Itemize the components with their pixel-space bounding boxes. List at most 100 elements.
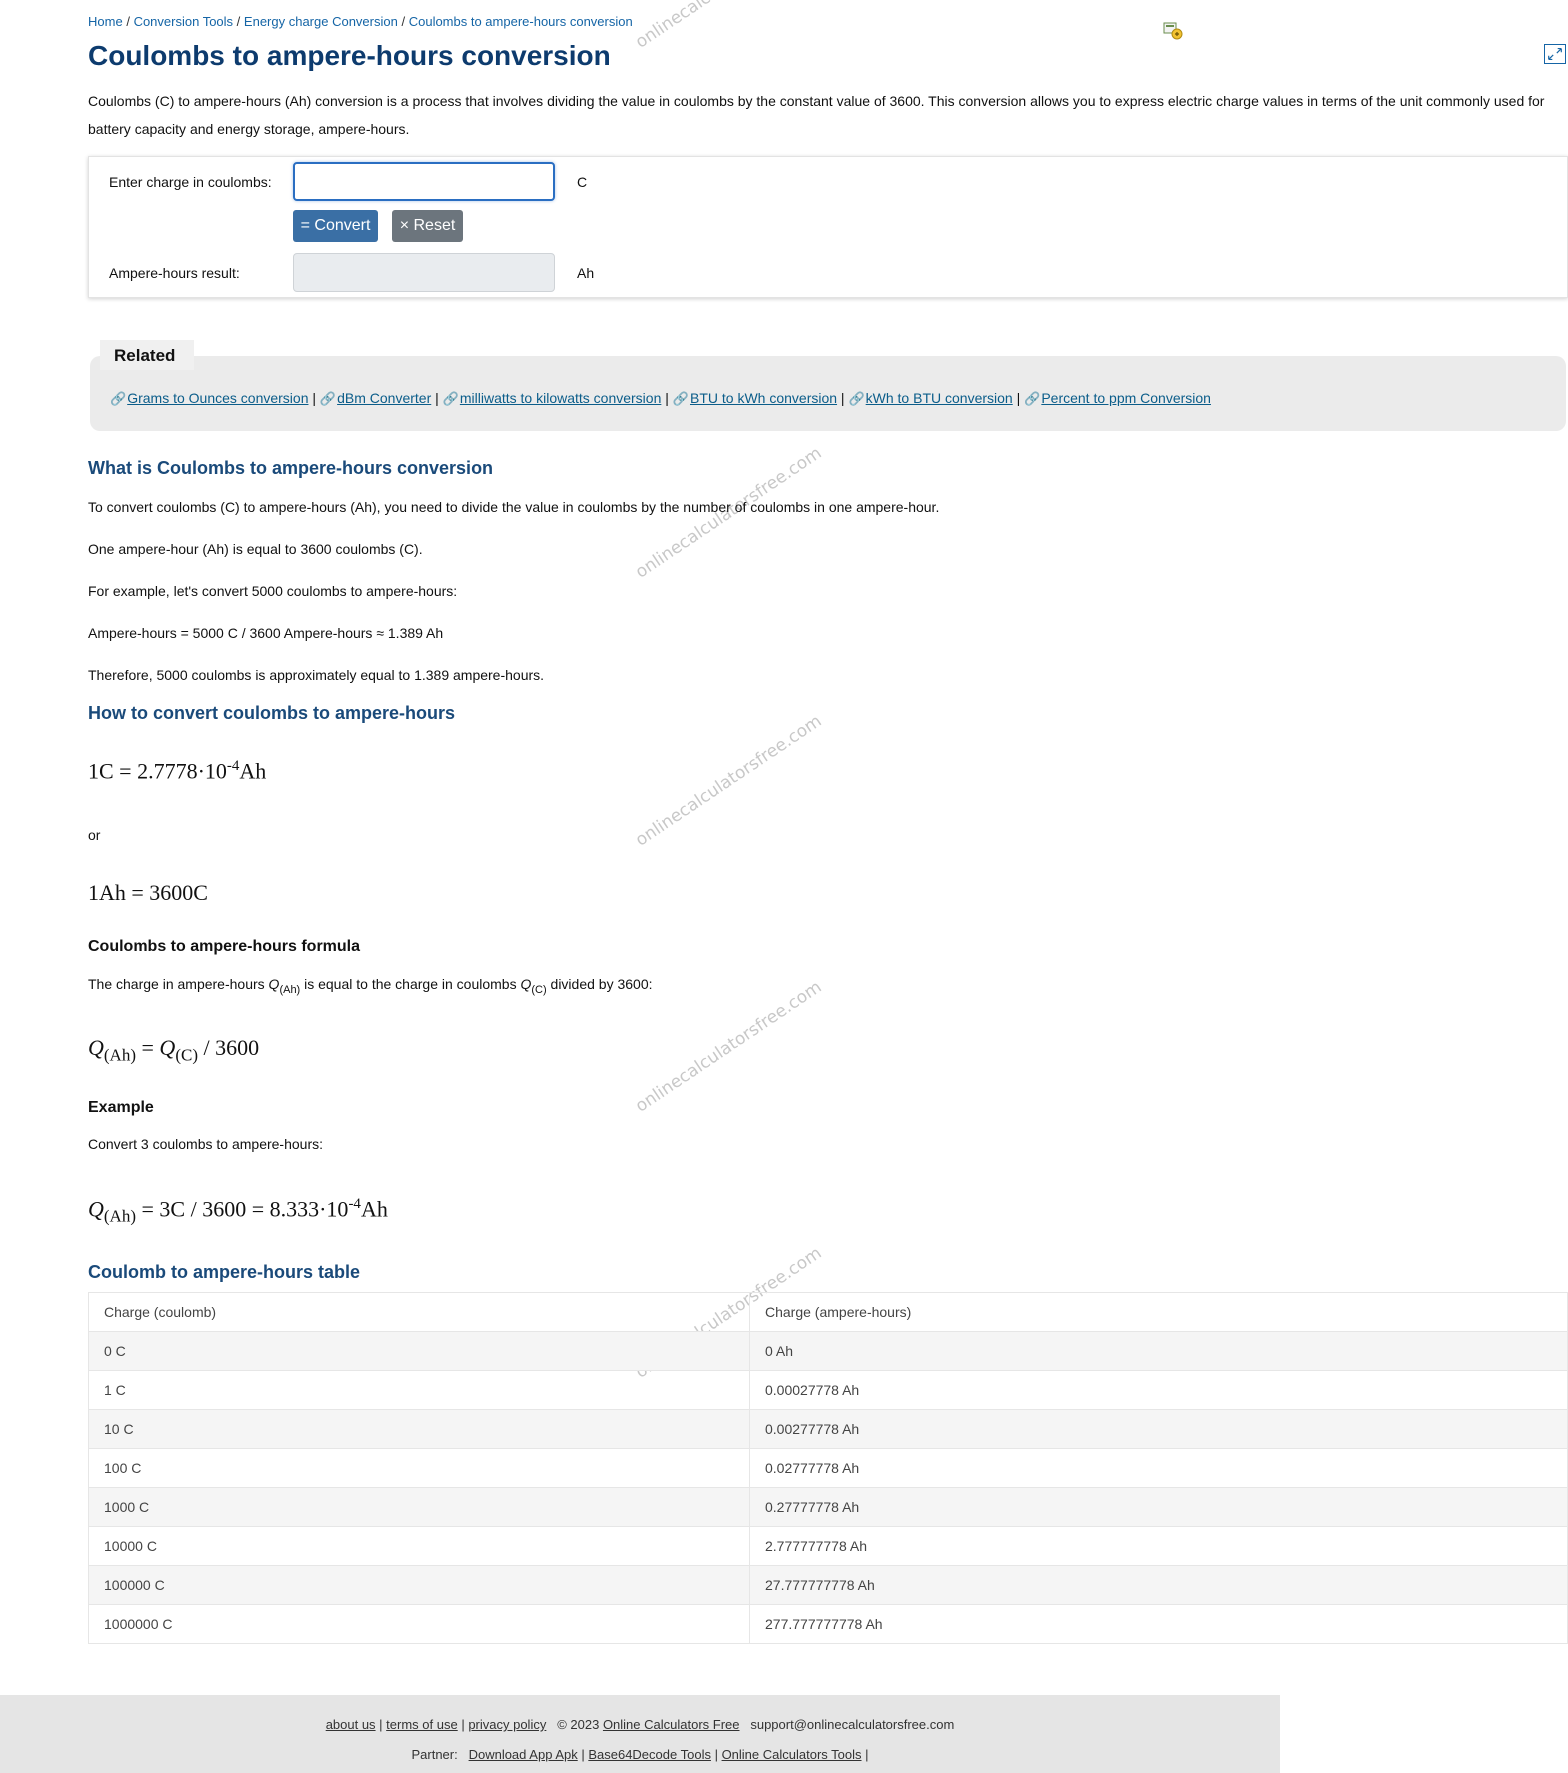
footer-partners: Partner: Download App Apk | Base64Decode… (411, 1747, 869, 1762)
intro-text: Coulombs (C) to ampere-hours (Ah) conver… (88, 93, 1545, 137)
formula-text: = (136, 1035, 160, 1060)
formula-subscript: (C) (175, 1045, 198, 1065)
table-cell: 0.00277778 Ah (749, 1409, 1568, 1449)
table-cell: 1000 C (88, 1487, 750, 1527)
breadcrumb-home[interactable]: Home (88, 14, 123, 29)
related-link-kwh-btu[interactable]: kWh to BTU conversion (866, 390, 1013, 406)
formula-text: The charge in ampere-hours (88, 976, 269, 992)
table-cell: 277.777777778 Ah (749, 1604, 1568, 1644)
breadcrumb-separator: / (401, 14, 406, 29)
formula-var: Q (88, 1035, 104, 1060)
table-header-row: Charge (coulomb) Charge (ampere-hours) (88, 1292, 1568, 1332)
link-icon: 🔗 (442, 391, 459, 406)
result-unit: Ah (577, 265, 595, 281)
table-cell: 1 C (88, 1370, 750, 1410)
table-header: Charge (coulomb) (88, 1292, 750, 1332)
related-link-percent-ppm[interactable]: Percent to ppm Conversion (1041, 390, 1211, 406)
formula-var: Q (520, 976, 532, 992)
related-link-dbm[interactable]: dBm Converter (337, 390, 431, 406)
or-text: or (88, 827, 101, 843)
equation-exponent: -4 (348, 1196, 361, 1212)
table-cell: 0.00027778 Ah (749, 1370, 1568, 1410)
footer-terms-link[interactable]: terms of use (386, 1717, 458, 1732)
breadcrumb-conversion-tools[interactable]: Conversion Tools (134, 14, 233, 29)
related-link-mw-kw[interactable]: milliwatts to kilowatts conversion (460, 390, 662, 406)
table-cell: 0.02777778 Ah (749, 1448, 1568, 1488)
result-label: Ampere-hours result: (109, 265, 240, 281)
table-cell: 100 C (88, 1448, 750, 1488)
formula-subscript: (Ah) (279, 983, 301, 996)
result-field[interactable] (293, 253, 555, 292)
equation-unit: Ah (239, 758, 267, 784)
footer-about-link[interactable]: about us (326, 1717, 376, 1732)
table-cell: 0.27777778 Ah (749, 1487, 1568, 1527)
related-title: Related (100, 340, 194, 370)
table-row: 10000 C 2.777777778 Ah (88, 1526, 1568, 1566)
breadcrumb-separator: / (126, 14, 130, 29)
fullscreen-icon[interactable] (1544, 44, 1566, 64)
footer: about us | terms of use | privacy policy… (0, 1695, 1280, 1773)
link-icon: 🔗 (110, 391, 127, 406)
what-is-paragraph: Ampere-hours = 5000 C / 3600 Ampere-hour… (88, 625, 444, 641)
formula-heading: Coulombs to ampere-hours formula (88, 938, 361, 955)
equation-unit: Ah (360, 1196, 388, 1222)
footer-copyright: © 2023 (557, 1717, 600, 1732)
table-cell: 2.777777778 Ah (749, 1526, 1568, 1566)
footer-partner-link[interactable]: Online Calculators Tools (722, 1747, 862, 1762)
table-row: 10 C 0.00277778 Ah (88, 1409, 1568, 1449)
formula-var: Q (88, 1196, 104, 1222)
table-cell: 10 C (88, 1409, 750, 1449)
translate-icon[interactable] (1163, 22, 1183, 40)
what-is-paragraph: To convert coulombs (C) to ampere-hours … (88, 499, 940, 515)
watermark: onlinecalculatorsfree.com (632, 0, 825, 53)
equation-2: 1Ah = 3600C (88, 880, 208, 905)
breadcrumb-separator: / (236, 14, 241, 29)
formula-text: / 3600 (197, 1035, 260, 1060)
table-cell: 27.777777778 Ah (749, 1565, 1568, 1605)
equation-text: = 3C / 3600 = 8.333·10 (136, 1196, 349, 1222)
related-link-grams-ounces[interactable]: Grams to Ounces conversion (127, 390, 308, 406)
table-heading: Coulomb to ampere-hours table (88, 1262, 361, 1282)
coulombs-input[interactable] (293, 162, 555, 201)
table-cell: 0 C (88, 1331, 750, 1371)
footer-site-link[interactable]: Online Calculators Free (603, 1717, 740, 1732)
example-heading: Example (88, 1099, 154, 1116)
table-row: 100000 C 27.777777778 Ah (88, 1565, 1568, 1605)
footer-partner-link[interactable]: Base64Decode Tools (588, 1747, 711, 1762)
formula-text: is equal to the charge in coulombs (300, 976, 521, 992)
equation-1: 1C = 2.7778·10-4Ah (88, 758, 266, 784)
reset-button[interactable]: × Reset (392, 210, 463, 242)
example-equation: Q(Ah) = 3C / 3600 = 8.333·10-4Ah (88, 1196, 388, 1227)
what-is-paragraph: Therefore, 5000 coulombs is approximatel… (88, 667, 545, 683)
equation-text: 1C = 2.7778·10 (88, 758, 227, 784)
converter-form: Enter charge in coulombs: C = Convert × … (88, 156, 1568, 298)
table-cell: 100000 C (88, 1565, 750, 1605)
what-is-paragraph: For example, let's convert 5000 coulombs… (88, 583, 458, 599)
footer-links: about us | terms of use | privacy policy… (325, 1717, 955, 1732)
footer-partner-link[interactable]: Download App Apk (469, 1747, 578, 1762)
table-row: 1000000 C 277.777777778 Ah (88, 1604, 1568, 1644)
footer-privacy-link[interactable]: privacy policy (468, 1717, 546, 1732)
link-icon: 🔗 (319, 391, 337, 406)
table-header: Charge (ampere-hours) (749, 1292, 1568, 1332)
related-link-btu-kwh[interactable]: BTU to kWh conversion (690, 390, 837, 406)
coulombs-input-label: Enter charge in coulombs: (109, 174, 272, 190)
link-icon: 🔗 (1024, 391, 1041, 406)
what-is-heading: What is Coulombs to ampere-hours convers… (88, 458, 494, 478)
link-icon: 🔗 (672, 391, 689, 406)
coulombs-unit: C (577, 174, 588, 190)
table-cell: 0 Ah (749, 1331, 1568, 1371)
formula-subscript: (Ah) (103, 1206, 136, 1226)
table-row: 0 C0 Ah (88, 1331, 1568, 1371)
formula-var: Q (159, 1035, 176, 1060)
breadcrumb-energy-charge[interactable]: Energy charge Conversion (244, 14, 398, 29)
formula-equation: Q(Ah) = Q(C) / 3600 (88, 1035, 259, 1065)
equation-exponent: -4 (226, 758, 240, 774)
formula-subscript: (C) (531, 983, 547, 996)
watermark: onlinecalculatorsfree.com (632, 711, 826, 851)
convert-button[interactable]: = Convert (293, 210, 378, 242)
breadcrumb-current[interactable]: Coulombs to ampere-hours conversion (409, 14, 633, 29)
table-cell: 1000000 C (88, 1604, 750, 1644)
how-to-heading: How to convert coulombs to ampere-hours (88, 703, 456, 723)
formula-subscript: (Ah) (103, 1045, 136, 1065)
